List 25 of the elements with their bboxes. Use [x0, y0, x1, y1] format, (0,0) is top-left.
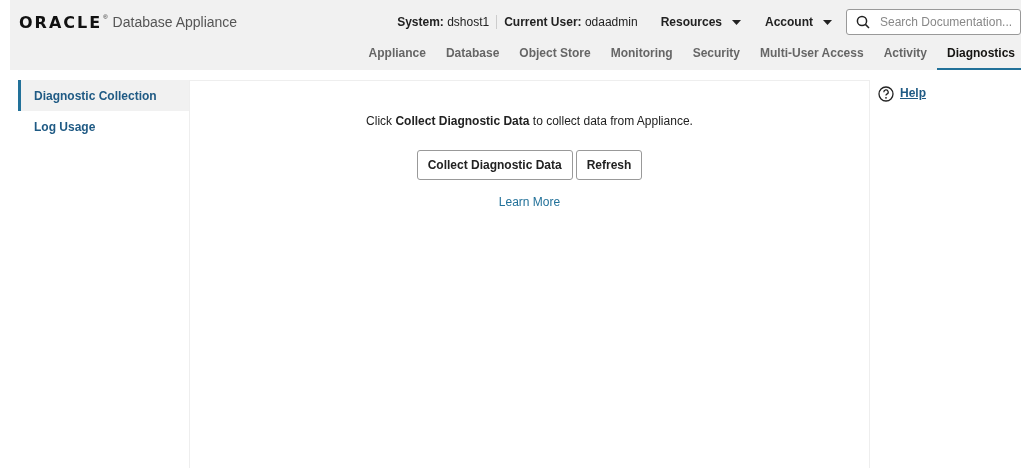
nav-tab[interactable]: Diagnostics: [937, 44, 1021, 70]
instruction-text: Click Collect Diagnostic Data to collect data from Appliance.: [366, 114, 693, 128]
sidebar-item[interactable]: Log Usage: [18, 111, 189, 142]
help-link[interactable]: Help: [900, 86, 926, 100]
system-info: System: dshost1: [390, 15, 498, 29]
nav-tab[interactable]: Object Store: [509, 44, 601, 70]
nav-tab[interactable]: Monitoring: [600, 44, 683, 70]
action-button[interactable]: Collect Diagnostic Data: [416, 150, 573, 180]
help-icon: [878, 86, 894, 102]
header-menu[interactable]: Account: [757, 15, 840, 29]
learn-more-link[interactable]: Learn More: [498, 195, 561, 209]
caret-icon: [823, 19, 832, 25]
search-field[interactable]: Search Documentation...: [846, 9, 1021, 35]
nav-tab[interactable]: Security: [682, 44, 751, 70]
sidebar-item[interactable]: Diagnostic Collection: [18, 80, 189, 111]
caret-icon: [732, 19, 741, 25]
nav-tab[interactable]: Database: [435, 44, 510, 70]
nav-tab[interactable]: Activity: [873, 44, 937, 70]
product-name: Database Appliance: [112, 14, 238, 30]
header-menu[interactable]: Resources: [652, 15, 749, 29]
current-user-info: Current User: odaadmin: [503, 15, 639, 29]
nav-tab[interactable]: Multi-User Access: [750, 44, 874, 70]
oracle-logo: ORACLE: [19, 12, 103, 32]
nav-tab[interactable]: Appliance: [358, 44, 436, 70]
action-button[interactable]: Refresh: [575, 150, 643, 180]
